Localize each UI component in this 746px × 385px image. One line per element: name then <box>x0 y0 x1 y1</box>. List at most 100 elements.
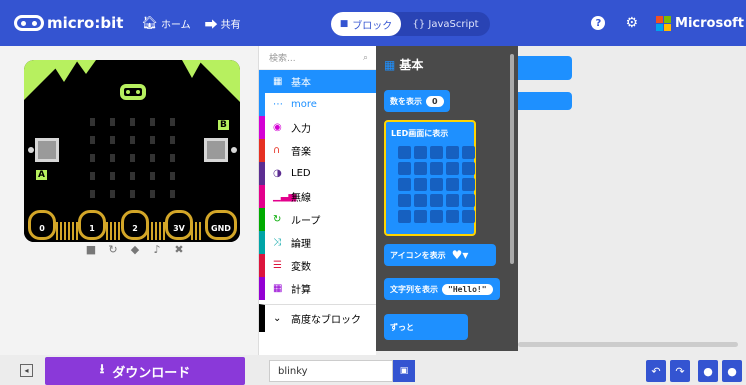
save-icon[interactable]: ▣ <box>393 360 415 382</box>
microsoft-sign-in[interactable]: Microsoft <box>656 15 744 31</box>
toolbox-search[interactable]: 検索... ⌕ <box>259 46 376 70</box>
block-label: ずっと <box>390 322 414 332</box>
top-menu-bar: micro:bit 🏠︎ ホーム ⮕ 共有 ■ ブロック {} JavaScri… <box>0 0 746 46</box>
pin-0[interactable]: 0 <box>28 210 56 240</box>
code-workspace[interactable] <box>518 46 746 355</box>
category-basic[interactable]: ▦ 基本 <box>259 70 376 93</box>
stop-icon[interactable]: ■ <box>80 243 102 256</box>
workspace-block[interactable] <box>518 56 572 80</box>
category-led[interactable]: ◑ LED <box>259 162 376 185</box>
led-cell[interactable] <box>462 178 475 191</box>
led-cell[interactable] <box>414 194 427 207</box>
search-input[interactable]: 検索... <box>269 51 296 64</box>
redo-button[interactable]: ↷ <box>670 360 690 382</box>
led-cell[interactable] <box>430 210 443 223</box>
workspace-scrollbar[interactable] <box>518 342 738 347</box>
help-icon[interactable]: ? <box>591 16 606 30</box>
show-icon-block[interactable]: アイコンを表示 ♥▾ <box>384 244 496 266</box>
show-string-block[interactable]: 文字列を表示 "Hello!" <box>384 278 500 300</box>
led-cell[interactable] <box>462 146 475 159</box>
forever-block[interactable]: ずっと <box>384 314 468 340</box>
javascript-tab[interactable]: {} JavaScript <box>401 19 490 30</box>
header-right-group: ? ⚙ Microsoft <box>591 0 746 46</box>
download-button[interactable]: ⭳ ダウンロード <box>45 357 245 385</box>
block-label: アイコンを表示 <box>390 250 446 260</box>
pin-gnd[interactable]: GND <box>205 210 237 240</box>
project-name-input[interactable]: blinky <box>269 360 393 382</box>
collapse-simulator-button[interactable]: ◂ <box>20 364 33 377</box>
category-more[interactable]: ⋯ more <box>259 93 376 116</box>
mute-icon[interactable]: ♪ <box>146 243 168 256</box>
led-cell[interactable] <box>398 210 411 223</box>
show-leds-block[interactable]: LED画面に表示 <box>384 120 476 236</box>
fullscreen-icon[interactable]: ✖ <box>168 243 190 256</box>
simulator-controls: ■ ↻ ◆ ♪ ✖ <box>80 243 190 256</box>
show-number-block[interactable]: 数を表示 0 <box>384 90 450 112</box>
headphones-icon: ∩ <box>273 145 281 156</box>
ms-logo-square <box>664 23 672 31</box>
led-cell[interactable] <box>430 162 443 175</box>
led-cell[interactable] <box>446 146 459 159</box>
led-cell[interactable] <box>462 162 475 175</box>
led-cell[interactable] <box>430 178 443 191</box>
led-editor-grid[interactable] <box>398 146 475 223</box>
led-cell[interactable] <box>430 146 443 159</box>
led-cell[interactable] <box>414 146 427 159</box>
led-cell[interactable] <box>414 178 427 191</box>
blocks-tab[interactable]: ■ ブロック <box>331 12 401 36</box>
led-cell[interactable] <box>446 162 459 175</box>
led-cell[interactable] <box>398 146 411 159</box>
button-a[interactable] <box>35 138 59 162</box>
number-input[interactable]: 0 <box>426 95 444 107</box>
gear-icon[interactable]: ⚙ <box>625 15 638 31</box>
restart-icon[interactable]: ↻ <box>102 243 124 256</box>
string-input[interactable]: "Hello!" <box>442 283 493 295</box>
pin-1[interactable]: 1 <box>78 210 106 240</box>
category-input[interactable]: ◉ 入力 <box>259 116 376 139</box>
led <box>110 172 115 180</box>
undo-button[interactable]: ↶ <box>646 360 666 382</box>
led <box>130 136 135 144</box>
pin-2[interactable]: 2 <box>121 210 149 240</box>
led-cell[interactable] <box>446 194 459 207</box>
pin-3v[interactable]: 3V <box>165 210 193 240</box>
led-cell[interactable] <box>430 194 443 207</box>
category-music[interactable]: ∩ 音楽 <box>259 139 376 162</box>
led <box>170 154 175 162</box>
led-cell[interactable] <box>398 178 411 191</box>
share-button[interactable]: ⮕ 共有 <box>205 14 241 33</box>
led <box>150 118 155 126</box>
category-advanced[interactable]: ⌄ 高度なブロック <box>259 304 376 332</box>
heart-icon-dropdown[interactable]: ♥▾ <box>452 248 469 262</box>
microbit-logo[interactable]: micro:bit <box>14 14 123 32</box>
microbit-logo-icon <box>14 15 44 31</box>
edge-stripes <box>56 222 78 240</box>
workspace-block[interactable] <box>518 92 572 110</box>
led-cell[interactable] <box>462 210 475 223</box>
home-button[interactable]: 🏠︎ ホーム <box>141 16 190 31</box>
logo-touch-icon[interactable] <box>120 84 146 100</box>
led-cell[interactable] <box>414 162 427 175</box>
ms-logo-square <box>656 23 664 31</box>
led <box>90 154 95 162</box>
category-loops[interactable]: ↻ ループ <box>259 208 376 231</box>
category-variables[interactable]: ☰ 変数 <box>259 254 376 277</box>
toggle-icon: ◑ <box>273 168 282 179</box>
slowmo-icon[interactable]: ◆ <box>124 243 146 256</box>
category-radio[interactable]: ▁▃▅ 無線 <box>259 185 376 208</box>
zoom-in-button[interactable]: ● <box>698 360 718 382</box>
flyout-scrollbar[interactable] <box>510 54 514 264</box>
led-cell[interactable] <box>462 194 475 207</box>
led <box>130 154 135 162</box>
led-cell[interactable] <box>446 178 459 191</box>
zoom-out-button[interactable]: ● <box>722 360 742 382</box>
button-b[interactable] <box>204 138 228 162</box>
led-cell[interactable] <box>398 162 411 175</box>
led-cell[interactable] <box>446 210 459 223</box>
led-cell[interactable] <box>398 194 411 207</box>
led-cell[interactable] <box>414 210 427 223</box>
category-label: 入力 <box>291 124 311 135</box>
category-logic[interactable]: ⤨ 論理 <box>259 231 376 254</box>
board-decoration <box>50 60 78 82</box>
category-math[interactable]: ▦ 計算 <box>259 277 376 300</box>
